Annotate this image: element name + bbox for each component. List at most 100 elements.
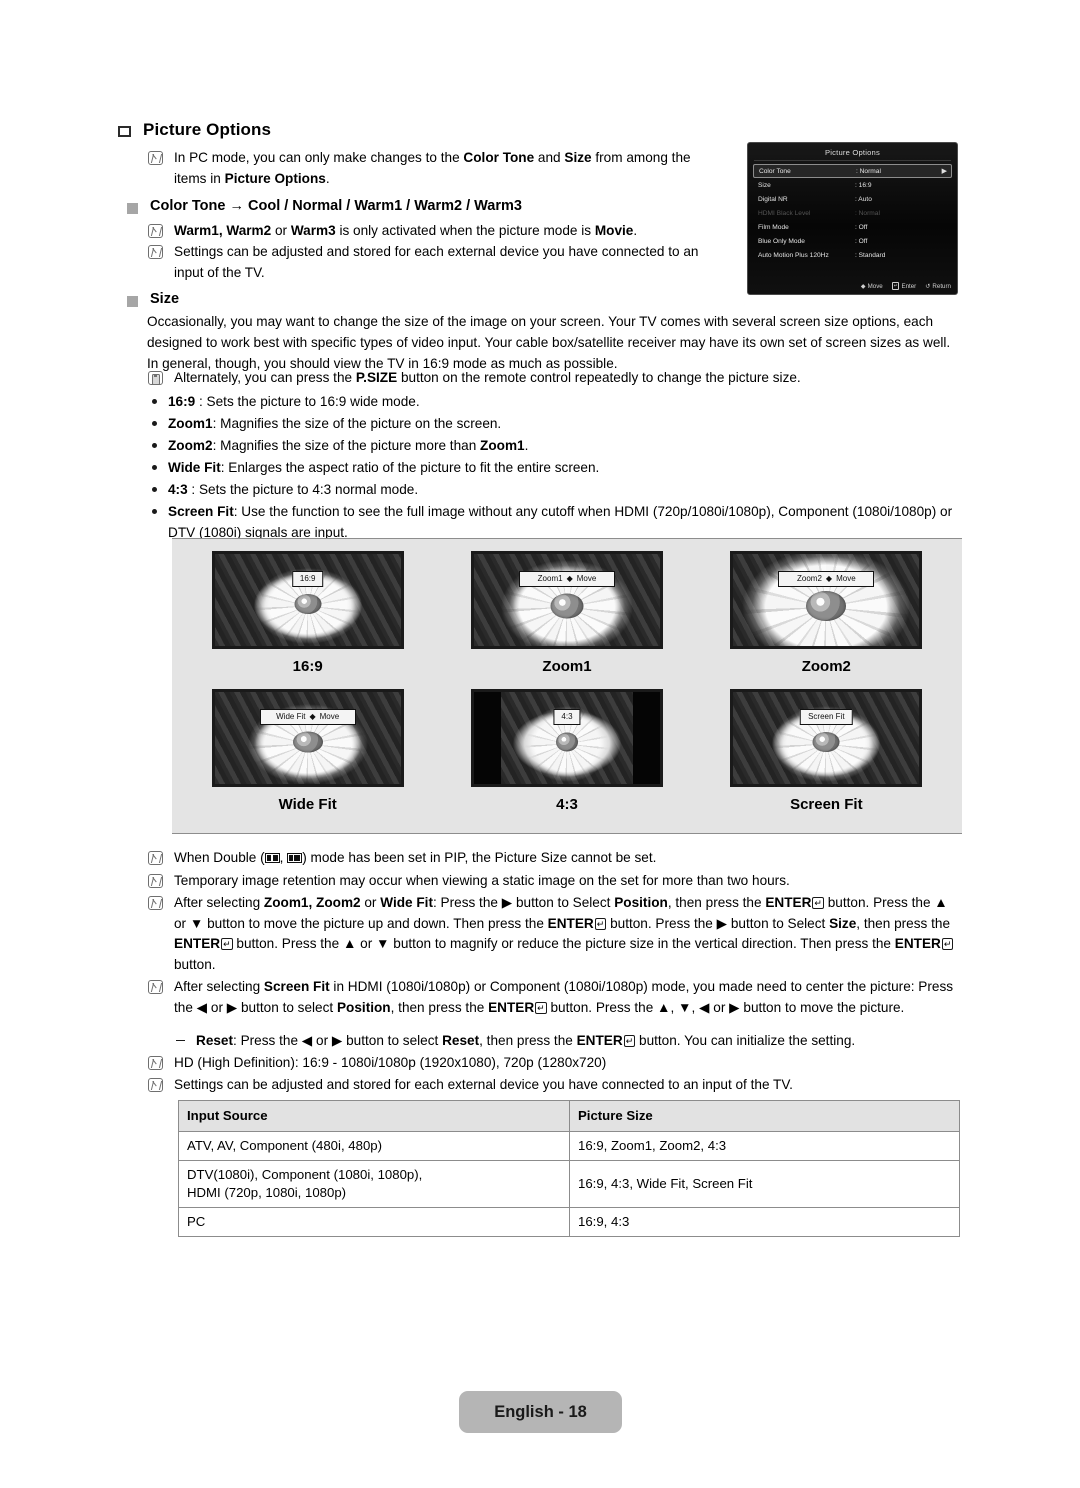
gallery-caption: 16:9	[292, 658, 323, 675]
note-text: When Double (, ) mode has been set in PI…	[174, 850, 657, 865]
bullet-dot-icon	[152, 421, 157, 426]
section-heading-color-tone: Color Tone → Cool / Normal / Warm1 / War…	[127, 198, 522, 214]
flower-center	[292, 731, 323, 753]
color-tone-heading: Color Tone → Cool / Normal / Warm1 / War…	[150, 198, 522, 214]
osd-row-value: : Off	[855, 223, 868, 231]
bullet-screen-fit: Screen Fit: Use the function to see the …	[152, 502, 958, 543]
overlay-mode-text: Zoom2	[797, 574, 822, 583]
gallery-cell-screen-fit: Screen Fit Screen Fit	[697, 689, 956, 827]
gallery-caption: Wide Fit	[278, 796, 337, 813]
osd-row-film-mode[interactable]: Film Mode : Off	[753, 220, 952, 234]
note-hd-definition: HD (High Definition): 16:9 - 1080i/1080p…	[148, 1053, 958, 1074]
osd-row-color-tone[interactable]: Color Tone : Normal ▶	[753, 164, 952, 178]
note-text: Alternately, you can press the P.SIZE bu…	[174, 370, 801, 385]
overlay-label-wide-fit: Wide Fit ◆ Move	[259, 709, 356, 725]
remote-control-icon	[148, 371, 163, 385]
note-settings-storage: Settings can be adjusted and stored for …	[148, 1075, 958, 1096]
bullet-zoom1: Zoom1: Magnifies the size of the picture…	[152, 414, 962, 435]
tv-preview-zoom1: Zoom1 ◆ Move	[470, 551, 663, 649]
chevron-right-icon: ▶	[941, 168, 947, 175]
overlay-label-4-3: 4:3	[553, 709, 581, 725]
bullet-dot-icon	[152, 487, 157, 492]
bullet-text: Zoom2: Magnifies the size of the picture…	[168, 438, 529, 453]
overlay-move-text: Move	[836, 574, 856, 583]
osd-row-blue-only-mode[interactable]: Blue Only Mode : Off	[753, 234, 952, 248]
gallery-cell-zoom1: Zoom1 ◆ Move Zoom1	[437, 551, 696, 689]
osd-row-size[interactable]: Size : 16:9	[753, 178, 952, 192]
table-row: DTV(1080i), Component (1080i, 1080p), HDM…	[178, 1160, 960, 1208]
note-icon	[148, 896, 163, 910]
page-number-label: English - 18	[494, 1402, 587, 1421]
enter-key-icon: ↵	[891, 282, 900, 290]
size-paragraph: Occasionally, you may want to change the…	[147, 314, 951, 371]
note-text: After selecting Zoom1, Zoom2 or Wide Fit…	[174, 893, 960, 975]
note-icon	[148, 151, 163, 165]
flower-center	[806, 590, 847, 621]
table-cell-picture-size: 16:9, Zoom1, Zoom2, 4:3	[569, 1131, 960, 1161]
gallery-cell-16-9: 16:9 16:9	[178, 551, 437, 689]
osd-row-list: Color Tone : Normal ▶ Size : 16:9 Digita…	[753, 164, 952, 262]
osd-row-auto-motion-plus[interactable]: Auto Motion Plus 120Hz : Standard	[753, 248, 952, 262]
note-pc-mode: In PC mode, you can only make changes to…	[148, 148, 726, 189]
note-icon	[148, 851, 163, 865]
note-icon	[148, 1056, 163, 1070]
osd-row-value: : Normal	[855, 209, 880, 217]
table-cell-picture-size: 16:9, 4:3	[569, 1207, 960, 1237]
gallery-caption: 4:3	[556, 796, 578, 813]
note-icon	[148, 874, 163, 888]
osd-hint-label: Move	[867, 282, 883, 290]
overlay-label-zoom2: Zoom2 ◆ Move	[778, 571, 875, 587]
note-after-selecting-zoom: After selecting Zoom1, Zoom2 or Wide Fit…	[148, 893, 960, 975]
osd-row-value: : Normal	[856, 167, 881, 175]
flower-center	[555, 732, 578, 752]
note-icon	[148, 224, 163, 238]
section-heading-picture-options: Picture Options	[118, 120, 271, 140]
note-image-retention: Temporary image retention may occur when…	[148, 871, 958, 892]
table-header-input-source: Input Source	[178, 1100, 570, 1132]
osd-footer-hints: ◆ Move ↵ Enter ↺ Return	[861, 282, 951, 290]
pillarbox-left	[473, 692, 501, 784]
tv-preview-16-9: 16:9	[211, 551, 404, 649]
osd-row-label: Size	[758, 181, 771, 189]
pillarbox-right	[632, 692, 660, 784]
input-source-picture-size-table: Input Source Picture Size ATV, AV, Compo…	[178, 1100, 960, 1237]
note-text: In PC mode, you can only make changes to…	[174, 150, 691, 186]
note-text: Warm1, Warm2 or Warm3 is only activated …	[174, 223, 638, 238]
bullet-zoom2: Zoom2: Magnifies the size of the picture…	[152, 436, 962, 457]
overlay-mode-text: Wide Fit	[276, 712, 306, 721]
osd-row-label: Color Tone	[759, 167, 791, 175]
note-warm-modes: Warm1, Warm2 or Warm3 is only activated …	[148, 221, 728, 242]
note-color-tone-storage: Settings can be adjusted and stored for …	[148, 242, 728, 283]
tv-preview-wide-fit: Wide Fit ◆ Move	[211, 689, 404, 787]
flower-center	[294, 593, 322, 614]
tv-preview-zoom2: Zoom2 ◆ Move	[730, 551, 923, 649]
page-footer-badge: English - 18	[459, 1391, 622, 1433]
table-cell-input-source: ATV, AV, Component (480i, 480p)	[178, 1131, 570, 1161]
note-text: After selecting Screen Fit in HDMI (1080…	[174, 979, 954, 1015]
table-cell-input-source: DTV(1080i), Component (1080i, 1080p), HDM…	[178, 1160, 570, 1208]
bullet-text: 16:9 : Sets the picture to 16:9 wide mod…	[168, 394, 420, 409]
bullet-text: Zoom1: Magnifies the size of the picture…	[168, 416, 502, 431]
note-reset: Reset: Press the ◀ or ▶ button to select…	[176, 1031, 966, 1052]
osd-row-digital-nr[interactable]: Digital NR : Auto	[753, 192, 952, 206]
overlay-mode-text: Zoom1	[537, 574, 563, 583]
table-header-picture-size: Picture Size	[569, 1100, 960, 1132]
up-down-arrow-icon: ◆	[566, 574, 573, 583]
up-down-arrow-icon: ◆	[309, 712, 316, 721]
note-text: Temporary image retention may occur when…	[174, 873, 790, 888]
overlay-label-16-9: 16:9	[291, 571, 324, 587]
return-arrow-icon: ↺	[925, 282, 931, 290]
gray-square-bullet-icon	[127, 203, 138, 214]
osd-row-value: : Auto	[855, 195, 872, 203]
overlay-label-zoom1: Zoom1 ◆ Move	[518, 571, 615, 587]
osd-hint-return: ↺ Return	[925, 283, 951, 290]
table-row: PC 16:9, 4:3	[178, 1207, 960, 1237]
page-title: Picture Options	[143, 120, 272, 139]
tv-osd-picture-options-menu: Picture Options Color Tone : Normal ▶ Si…	[747, 142, 958, 295]
bullet-text: Screen Fit: Use the function to see the …	[168, 504, 953, 540]
overlay-mode-text: 4:3	[561, 712, 573, 721]
overlay-label-screen-fit: Screen Fit	[800, 709, 853, 725]
gallery-caption: Screen Fit	[790, 796, 863, 813]
note-text: Settings can be adjusted and stored for …	[174, 244, 699, 280]
osd-hint-label: Enter	[901, 282, 917, 290]
